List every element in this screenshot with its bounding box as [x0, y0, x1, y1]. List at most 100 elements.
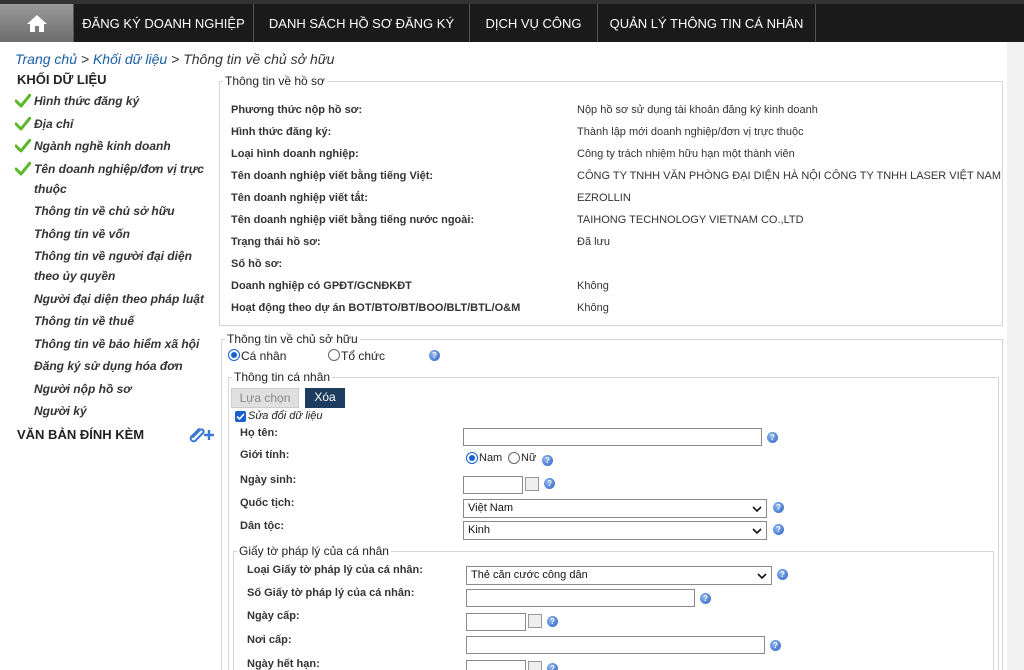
profile-row-label: Tên doanh nghiệp viết bằng tiếng nước ng… — [231, 214, 475, 226]
nav-business-registration[interactable]: ĐĂNG KÝ DOANH NGHIỆP — [74, 4, 254, 42]
breadcrumb-home-link[interactable]: Trang chủ — [15, 51, 77, 67]
profile-row-label: Hoạt động theo dự án BOT/BTO/BT/BOO/BLT/… — [231, 302, 521, 314]
sidebar-item-label: Thông tin về chủ sở hữu — [34, 204, 175, 218]
radio-female-label: Nữ — [521, 452, 537, 464]
issue-date-label: Ngày cấp: — [247, 610, 300, 622]
issue-date-input[interactable] — [466, 613, 526, 631]
profile-row-value: EZROLLIN — [577, 192, 631, 204]
breadcrumb-separator: > — [171, 51, 180, 67]
legal-doc-type-select[interactable]: Thẻ căn cước công dân — [466, 566, 772, 585]
help-icon[interactable]: ? — [773, 524, 784, 535]
legal-docs-section: Giấy tờ pháp lý của cá nhân Loại Giấy tờ… — [233, 545, 994, 670]
sidebar-item-label: Thông tin về người đại diện theo ủy quyề… — [34, 249, 192, 283]
help-icon[interactable]: ? — [773, 502, 784, 513]
nav-public-services[interactable]: DỊCH VỤ CÔNG — [470, 4, 598, 42]
edit-data-label: Sửa đổi dữ liệu — [248, 410, 323, 422]
legal-doc-number-label: Số Giấy tờ pháp lý của cá nhân: — [247, 587, 415, 599]
name-input[interactable] — [463, 428, 762, 446]
profile-row-label: Hình thức đăng ký: — [231, 126, 332, 138]
sidebar-item[interactable]: Thông tin về thuế — [12, 311, 217, 331]
radio-female[interactable] — [508, 452, 520, 464]
attach-add-icon[interactable] — [185, 425, 217, 443]
issue-place-input[interactable] — [466, 636, 765, 654]
help-icon[interactable]: ? — [547, 663, 558, 670]
legal-doc-number-input[interactable] — [466, 589, 695, 607]
sidebar-item[interactable]: Thông tin về người đại diện theo ủy quyề… — [12, 246, 217, 286]
help-icon[interactable]: ? — [767, 432, 778, 443]
checkmark-icon — [12, 91, 34, 111]
top-navigation: ĐĂNG KÝ DOANH NGHIỆP DANH SÁCH HỒ SƠ ĐĂN… — [0, 0, 1024, 42]
sidebar-list: Hình thức đăng ký Địa chỉ Ngành nghề kinh … — [12, 91, 217, 421]
breadcrumb-current: Thông tin về chủ sở hữu — [183, 51, 335, 67]
sidebar-item[interactable]: Người ký — [12, 401, 217, 421]
sidebar-item-label: Ngành nghề kinh doanh — [34, 139, 171, 153]
help-icon[interactable]: ? — [700, 593, 711, 604]
help-icon[interactable]: ? — [429, 350, 440, 361]
sidebar-item[interactable]: Thông tin về chủ sở hữu — [12, 201, 217, 221]
radio-individual[interactable] — [228, 349, 240, 361]
delete-button[interactable]: Xóa — [305, 388, 345, 408]
sidebar-item[interactable]: Người đại diện theo pháp luật — [12, 289, 217, 309]
sidebar-item-label: Đăng ký sử dụng hóa đơn — [34, 359, 183, 373]
profile-row-value: Thành lập mới doanh nghiệp/đơn vị trực t… — [577, 126, 804, 138]
breadcrumb: Trang chủ > Khối dữ liệu > Thông tin về … — [15, 51, 334, 67]
radio-organization[interactable] — [328, 349, 340, 361]
help-icon[interactable]: ? — [544, 478, 555, 489]
ethnicity-select[interactable]: Kinh — [463, 521, 767, 540]
calendar-icon[interactable] — [528, 661, 542, 670]
dob-input[interactable] — [463, 476, 523, 494]
radio-male-label: Nam — [479, 452, 503, 464]
sidebar-title: KHỐI DỮ LIỆU — [17, 72, 107, 87]
sidebar-item[interactable]: Địa chỉ — [12, 114, 217, 134]
help-icon[interactable]: ? — [542, 455, 553, 466]
sidebar-item[interactable]: Thông tin về vốn — [12, 224, 217, 244]
help-icon[interactable]: ? — [770, 640, 781, 651]
expiry-date-label: Ngày hết hạn: — [247, 658, 320, 670]
help-icon[interactable]: ? — [777, 569, 788, 580]
edit-data-checkbox[interactable] — [235, 411, 246, 422]
legal-docs-legend: Giấy tờ pháp lý của cá nhân — [237, 544, 391, 558]
nav-personal-info[interactable]: QUẢN LÝ THÔNG TIN CÁ NHÂN — [598, 4, 816, 42]
sidebar-item[interactable]: Hình thức đăng ký — [12, 91, 217, 111]
sidebar-item[interactable]: Tên doanh nghiệp/đơn vị trực thuộc — [12, 159, 217, 199]
sidebar-item-label: Thông tin về thuế — [34, 314, 134, 328]
profile-row-label: Phương thức nộp hồ sơ: — [231, 104, 363, 116]
sidebar-item[interactable]: Ngành nghề kinh doanh — [12, 136, 217, 156]
sidebar-item[interactable]: Thông tin về bảo hiểm xã hội — [12, 334, 217, 354]
radio-male[interactable] — [466, 452, 478, 464]
gender-label: Giới tính: — [240, 449, 290, 461]
chevron-down-icon — [752, 506, 762, 513]
sidebar-item-label: Hình thức đăng ký — [34, 94, 140, 108]
profile-row-value: Nộp hồ sơ sử dụng tài khoản đăng ký kinh… — [577, 104, 818, 116]
profile-row-value: Không — [577, 280, 609, 292]
help-icon[interactable]: ? — [547, 616, 558, 627]
calendar-icon[interactable] — [528, 614, 542, 628]
ethnicity-label: Dân tộc: — [240, 520, 284, 532]
calendar-icon[interactable] — [525, 477, 539, 491]
nationality-value: Việt Nam — [468, 502, 514, 514]
nationality-select[interactable]: Việt Nam — [463, 499, 767, 518]
profile-row-label: Loại hình doanh nghiệp: — [231, 148, 359, 160]
nav-application-list[interactable]: DANH SÁCH HỒ SƠ ĐĂNG KÝ — [254, 4, 470, 42]
sidebar-item[interactable]: Đăng ký sử dụng hóa đơn — [12, 356, 217, 376]
select-button[interactable]: Lựa chọn — [231, 388, 299, 408]
checkmark-icon — [12, 136, 34, 156]
owner-info-section: Thông tin về chủ sở hữu Cá nhân Tổ chức … — [221, 333, 1003, 670]
sidebar-item-label: Thông tin về vốn — [34, 226, 130, 241]
page-scrollbar[interactable] — [1007, 42, 1024, 670]
profile-row-label: Tên doanh nghiệp viết tắt: — [231, 192, 368, 204]
expiry-date-input[interactable] — [466, 660, 526, 670]
dob-label: Ngày sinh: — [240, 474, 297, 486]
issue-place-label: Nơi cấp: — [247, 634, 292, 646]
home-button[interactable] — [0, 4, 74, 42]
profile-info-section: Thông tin về hồ sơ Phương thức nộp hồ sơ… — [219, 75, 1003, 326]
breadcrumb-section-link[interactable]: Khối dữ liệu — [93, 51, 167, 67]
home-icon — [26, 15, 47, 32]
sidebar-item[interactable]: Người nộp hồ sơ — [12, 379, 217, 399]
profile-row-value: Đã lưu — [577, 236, 611, 248]
